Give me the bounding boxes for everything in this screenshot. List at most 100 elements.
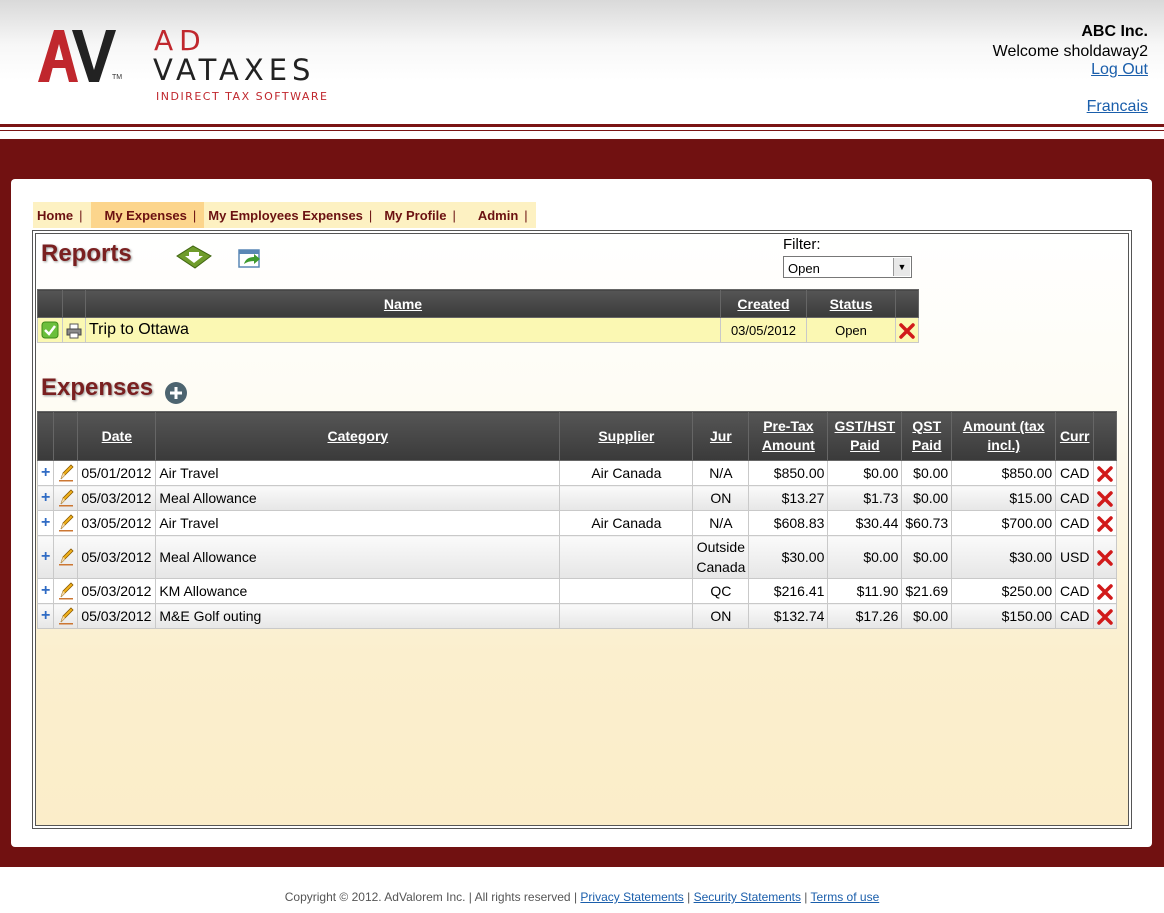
pencil-icon[interactable] <box>58 514 74 532</box>
plus-icon[interactable]: + <box>41 607 50 624</box>
table-row[interactable]: Trip to Ottawa 03/05/2012 Open <box>37 317 919 343</box>
table-row[interactable]: +05/03/2012 KM Allowance QC $216.41 $11.90 $2… <box>36 578 1118 604</box>
delete-cell[interactable] <box>895 317 919 343</box>
column-header-status[interactable]: Status <box>806 289 896 318</box>
expand-cell[interactable]: + <box>36 578 55 604</box>
delete-icon[interactable] <box>899 322 915 339</box>
delete-icon[interactable] <box>1097 490 1113 507</box>
edit-cell[interactable] <box>53 603 79 629</box>
table-row[interactable]: +05/03/2012 M&E Golf outing ON $132.74 $17.2… <box>36 603 1118 629</box>
expense-pretax: $608.83 <box>748 510 829 536</box>
logo-vataxes-text: VATAXES <box>153 53 316 87</box>
delete-cell[interactable] <box>1093 485 1118 511</box>
print-cell[interactable] <box>62 317 86 343</box>
expand-cell[interactable]: + <box>36 510 55 536</box>
delete-icon[interactable] <box>1097 515 1113 532</box>
plus-icon[interactable]: + <box>41 548 50 565</box>
terms-link[interactable]: Terms of use <box>811 890 880 904</box>
expense-jurisdiction: QC <box>692 578 750 604</box>
pencil-icon[interactable] <box>58 464 74 482</box>
expense-category: Air Travel <box>155 460 561 486</box>
plus-icon[interactable]: + <box>41 489 50 506</box>
expense-qst: $0.00 <box>901 485 953 511</box>
pencil-icon[interactable] <box>58 582 74 600</box>
export-icon[interactable] <box>238 247 262 269</box>
expand-cell[interactable]: + <box>36 603 55 629</box>
column-header-gst[interactable]: GST/HST Paid <box>827 411 903 461</box>
expand-cell[interactable]: + <box>36 460 55 486</box>
tab-label: Admin <box>477 208 519 223</box>
expense-pretax: $216.41 <box>748 578 829 604</box>
expand-cell[interactable]: + <box>36 485 55 511</box>
column-header-pretax[interactable]: Pre-Tax Amount <box>748 411 829 461</box>
table-row[interactable]: +05/01/2012 Air Travel Air Canada N/A $850.0… <box>36 460 1118 486</box>
edit-cell[interactable] <box>53 578 79 604</box>
column-header-name[interactable]: Name <box>85 289 721 318</box>
expense-date: 05/03/2012 <box>77 485 157 511</box>
tab-my-profile[interactable]: My Profile | <box>380 202 464 228</box>
chevron-down-icon[interactable]: ▼ <box>893 258 910 276</box>
column-header-jur[interactable]: Jur <box>692 411 750 461</box>
logo-ad-text: AD <box>154 24 207 57</box>
expense-jurisdiction: Outside Canada <box>692 535 750 579</box>
expense-pretax: $30.00 <box>748 535 829 579</box>
checkmark-icon[interactable] <box>41 321 59 339</box>
column-header-qst[interactable]: QST Paid <box>901 411 953 461</box>
add-expense-icon[interactable] <box>164 381 188 405</box>
plus-icon[interactable]: + <box>41 582 50 599</box>
column-header-supplier[interactable]: Supplier <box>559 411 694 461</box>
expense-qst: $60.73 <box>901 510 953 536</box>
delete-cell[interactable] <box>1093 535 1118 579</box>
table-header-row: Name Created Status <box>37 289 919 318</box>
column-header-amount[interactable]: Amount (tax incl.) <box>951 411 1057 461</box>
printer-icon[interactable] <box>66 323 82 339</box>
header-divider-thin <box>0 130 1164 131</box>
expense-supplier: Air Canada <box>559 460 694 486</box>
tab-admin[interactable]: Admin | <box>464 202 536 228</box>
table-row[interactable]: +03/05/2012 Air Travel Air Canada N/A $608.8… <box>36 510 1118 536</box>
column-header-created[interactable]: Created <box>720 289 807 318</box>
edit-cell[interactable] <box>53 460 79 486</box>
language-link[interactable]: Francais <box>1087 98 1148 116</box>
delete-icon[interactable] <box>1097 549 1113 566</box>
pencil-icon[interactable] <box>58 548 74 566</box>
plus-icon[interactable]: + <box>41 514 50 531</box>
column-header-date[interactable]: Date <box>77 411 157 461</box>
edit-cell[interactable] <box>53 535 79 579</box>
expense-jurisdiction: N/A <box>692 460 750 486</box>
plus-icon[interactable]: + <box>41 464 50 481</box>
delete-cell[interactable] <box>1093 460 1118 486</box>
logout-link[interactable]: Log Out <box>1091 61 1148 79</box>
delete-cell[interactable] <box>1093 578 1118 604</box>
expense-gst: $1.73 <box>827 485 903 511</box>
column-header-curr[interactable]: Curr <box>1055 411 1095 461</box>
security-link[interactable]: Security Statements <box>694 890 801 904</box>
filter-select[interactable]: Open ▼ <box>783 256 912 278</box>
delete-icon[interactable] <box>1097 465 1113 482</box>
table-row[interactable]: +05/03/2012 Meal Allowance Outside Canada $… <box>36 535 1118 579</box>
approve-cell[interactable] <box>37 317 63 343</box>
privacy-link[interactable]: Privacy Statements <box>580 890 683 904</box>
edit-cell[interactable] <box>53 510 79 536</box>
expense-qst: $0.00 <box>901 535 953 579</box>
delete-icon[interactable] <box>1097 583 1113 600</box>
delete-icon[interactable] <box>1097 608 1113 625</box>
tab-my-employees-expenses[interactable]: My Employees Expenses | <box>204 202 380 228</box>
tab-my-expenses[interactable]: My Expenses | <box>90 202 205 228</box>
edit-cell[interactable] <box>53 485 79 511</box>
expand-cell[interactable]: + <box>36 535 55 579</box>
expense-pretax: $132.74 <box>748 603 829 629</box>
column-header-category[interactable]: Category <box>155 411 561 461</box>
delete-cell[interactable] <box>1093 510 1118 536</box>
expenses-title: Expenses <box>41 374 154 401</box>
expense-category: KM Allowance <box>155 578 561 604</box>
pencil-icon[interactable] <box>58 489 74 507</box>
pencil-icon[interactable] <box>58 607 74 625</box>
expense-amount: $30.00 <box>951 535 1057 579</box>
report-name[interactable]: Trip to Ottawa <box>85 317 721 343</box>
filter-label: Filter: <box>783 236 821 253</box>
tab-home[interactable]: Home | <box>33 202 91 228</box>
delete-cell[interactable] <box>1093 603 1118 629</box>
download-icon[interactable] <box>175 244 213 270</box>
table-row[interactable]: +05/03/2012 Meal Allowance ON $13.27 $1.73 $0… <box>36 485 1118 511</box>
